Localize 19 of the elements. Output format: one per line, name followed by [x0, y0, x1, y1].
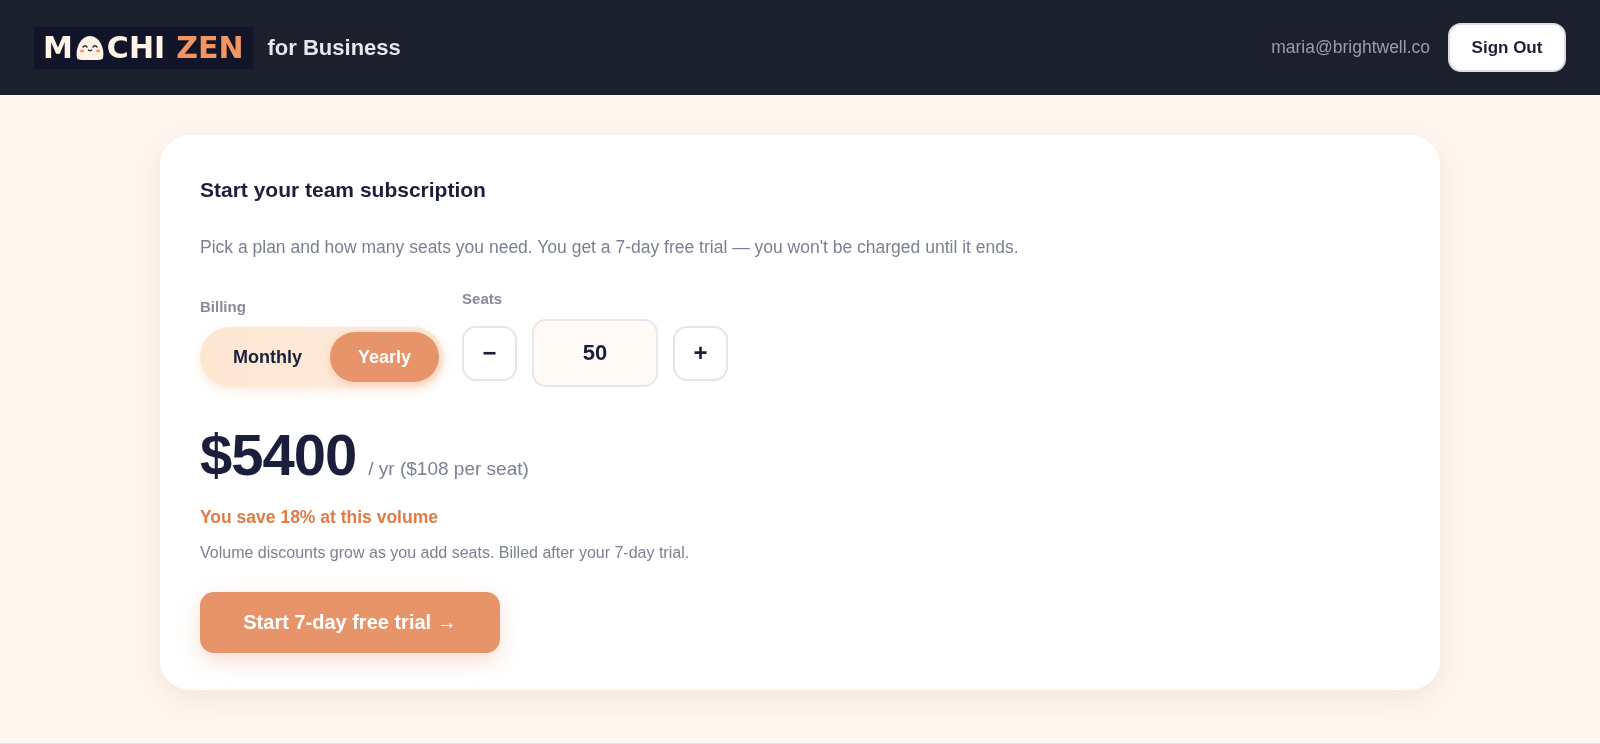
- mochi-face-icon: [74, 34, 105, 61]
- price-amount: $5400: [200, 426, 357, 484]
- price-period: / yr ($108 per seat): [368, 458, 529, 480]
- savings-text: You save 18% at this volume: [200, 506, 439, 528]
- card-title: Start your team subscription: [200, 177, 487, 203]
- logo-text: CHI: [106, 28, 166, 67]
- logo-text: M: [43, 28, 73, 67]
- sign-out-button[interactable]: Sign Out: [1448, 23, 1566, 72]
- billing-note: Volume discounts grow as you add seats. Billed after your 7-day trial.: [200, 543, 691, 563]
- seat-count-field[interactable]: 50: [532, 319, 659, 387]
- user-email: maria@brightwell.co: [1271, 37, 1430, 58]
- product-label: for Business: [267, 34, 401, 61]
- card-description: Pick a plan and how many seats you need. You get a 7-day free trial — you won't be charged until it ends.: [200, 237, 1020, 257]
- seats-label: Seats: [462, 290, 504, 307]
- billing-label: Billing: [200, 298, 247, 315]
- billing-option[interactable]: Monthly: [205, 332, 330, 382]
- decrement-button[interactable]: −: [462, 325, 518, 381]
- increment-button[interactable]: +: [673, 325, 729, 381]
- logo-text: ZEN: [176, 28, 244, 67]
